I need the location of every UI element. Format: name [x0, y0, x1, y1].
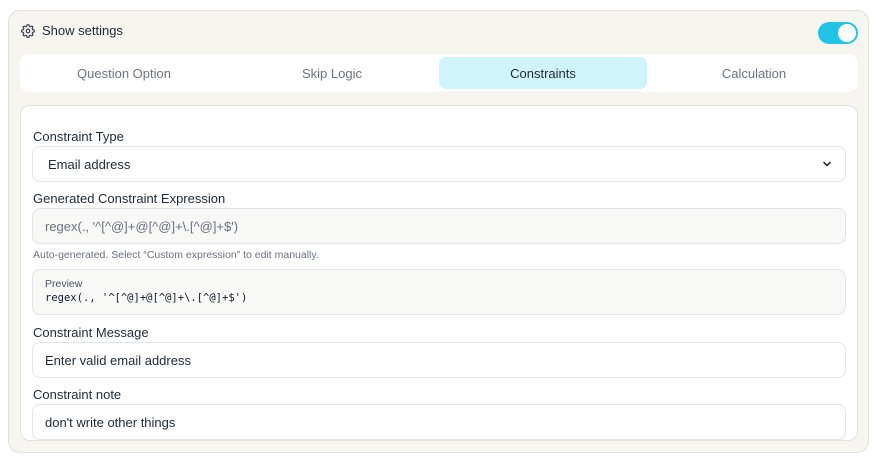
constraint-note-label: Constraint note [33, 387, 122, 402]
tab-constraints[interactable]: Constraints [439, 57, 647, 89]
constraint-type-select[interactable]: Email address [32, 146, 846, 182]
constraints-card: Constraint Type Email address Generated … [20, 105, 858, 441]
gear-icon [21, 23, 35, 38]
show-settings-toggle[interactable] [818, 22, 858, 44]
chevron-down-icon [823, 161, 831, 167]
settings-panel: Show settings Question Option Skip Logic… [8, 10, 869, 453]
generated-expression-field: regex(., '^[^@]+@[^@]+\.[^@]+$') [32, 208, 846, 244]
constraint-type-label: Constraint Type [33, 129, 124, 144]
settings-title: Show settings [42, 23, 123, 38]
toggle-knob [838, 24, 856, 42]
preview-code: regex(., '^[^@]+@[^@]+\.[^@]+$') [45, 292, 248, 304]
settings-header: Show settings [21, 23, 123, 38]
constraint-type-value: Email address [48, 156, 131, 172]
preview-label: Preview [45, 278, 83, 290]
constraint-message-input[interactable]: Enter valid email address [32, 342, 846, 378]
auto-generated-hint: Auto-generated. Select “Custom expressio… [33, 249, 319, 261]
settings-tabs: Question Option Skip Logic Constraints C… [20, 54, 858, 92]
tab-calculation[interactable]: Calculation [650, 57, 858, 89]
expression-preview: Preview regex(., '^[^@]+@[^@]+\.[^@]+$') [32, 269, 846, 315]
constraint-note-input[interactable]: don't write other things [32, 404, 846, 440]
tab-skip-logic[interactable]: Skip Logic [228, 57, 436, 89]
generated-expression-label: Generated Constraint Expression [33, 191, 226, 206]
tab-question-option[interactable]: Question Option [20, 57, 228, 89]
constraint-message-label: Constraint Message [33, 325, 149, 340]
